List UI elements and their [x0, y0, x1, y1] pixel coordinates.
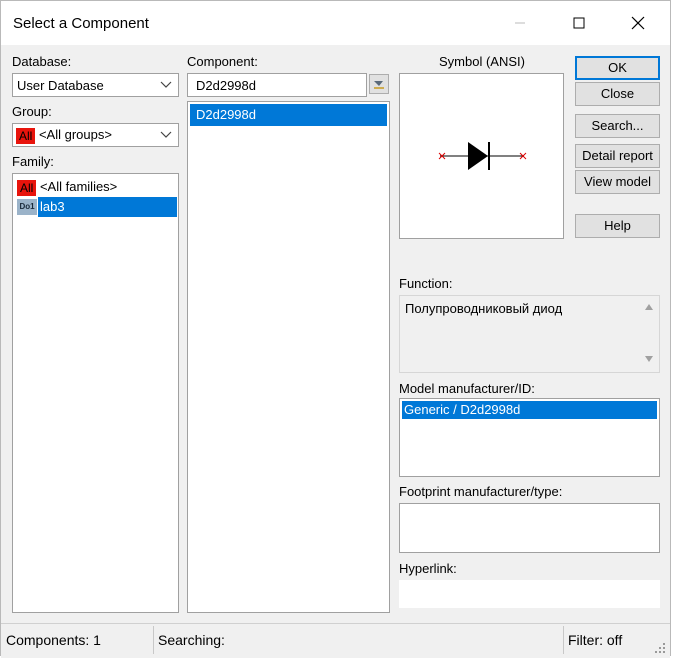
all-families-badge-icon: All: [17, 179, 37, 196]
database-value: User Database: [17, 78, 104, 93]
maximize-button[interactable]: [556, 7, 602, 39]
ok-button[interactable]: OK: [575, 56, 660, 80]
footprint-label: Footprint manufacturer/type:: [399, 484, 563, 499]
status-divider: [153, 626, 154, 654]
function-label: Function:: [399, 276, 453, 291]
title-bar: Select a Component: [1, 1, 670, 45]
diode-symbol-icon: [438, 142, 527, 170]
symbol-preview: [399, 73, 564, 239]
detail-report-button[interactable]: Detail report: [575, 144, 660, 168]
resize-grip-icon[interactable]: [654, 642, 666, 654]
component-list[interactable]: D2d2998d: [187, 101, 390, 613]
maximize-icon: [573, 17, 585, 29]
close-window-button[interactable]: [615, 7, 661, 39]
help-button[interactable]: Help: [575, 214, 660, 238]
database-label: Database:: [12, 54, 72, 69]
close-button[interactable]: Close: [575, 82, 660, 106]
group-value-wrap: All <All groups>: [16, 127, 112, 144]
family-item-label: <All families>: [39, 179, 118, 194]
close-icon: [631, 16, 645, 30]
family-icon: Do1: [17, 199, 37, 215]
select-component-dialog: Select a Component Database: User Databa…: [0, 0, 671, 658]
model-label: Model manufacturer/ID:: [399, 381, 535, 396]
chevron-down-icon: [160, 131, 172, 138]
status-bar: Components: 1 Searching: Filter: off: [1, 623, 670, 658]
search-button[interactable]: Search...: [575, 114, 660, 138]
function-field: Полупроводниковый диод: [399, 295, 660, 373]
function-scrollbar[interactable]: [639, 296, 659, 372]
symbol-label: Symbol (ANSI): [439, 54, 525, 69]
hyperlink-label: Hyperlink:: [399, 561, 457, 576]
scroll-arrows-icon: [645, 304, 653, 362]
family-item-all[interactable]: All <All families>: [17, 177, 117, 197]
chevron-down-icon: [160, 81, 172, 88]
family-label: Family:: [12, 154, 54, 169]
status-filter: Filter: off: [568, 632, 623, 648]
status-searching: Searching:: [158, 632, 225, 648]
footprint-field[interactable]: [399, 503, 660, 553]
status-components: Components: 1: [6, 632, 101, 648]
family-item-lab3[interactable]: Do1 lab3: [17, 197, 177, 217]
group-dropdown[interactable]: All <All groups>: [12, 123, 179, 147]
window-title: Select a Component: [13, 15, 149, 32]
all-groups-badge-icon: All: [16, 127, 36, 144]
model-item[interactable]: Generic / D2d2998d: [402, 401, 657, 419]
minimize-button[interactable]: [497, 7, 543, 39]
model-list[interactable]: Generic / D2d2998d: [399, 398, 660, 477]
family-item-label: lab3: [38, 197, 177, 217]
component-search-value: D2d2998d: [196, 78, 256, 93]
group-value: <All groups>: [38, 127, 112, 142]
group-label: Group:: [12, 104, 52, 119]
minimize-icon: [515, 22, 525, 24]
database-dropdown[interactable]: User Database: [12, 73, 179, 97]
component-item[interactable]: D2d2998d: [190, 104, 387, 126]
function-value: Полупроводниковый диод: [405, 301, 563, 316]
filter-button[interactable]: [369, 74, 389, 94]
hyperlink-field[interactable]: [399, 580, 660, 608]
filter-icon: [374, 81, 384, 89]
component-label: Component:: [187, 54, 258, 69]
view-model-button[interactable]: View model: [575, 170, 660, 194]
family-list[interactable]: All <All families> Do1 lab3: [12, 173, 179, 613]
component-search-input[interactable]: D2d2998d: [187, 73, 367, 97]
status-divider: [563, 626, 564, 654]
